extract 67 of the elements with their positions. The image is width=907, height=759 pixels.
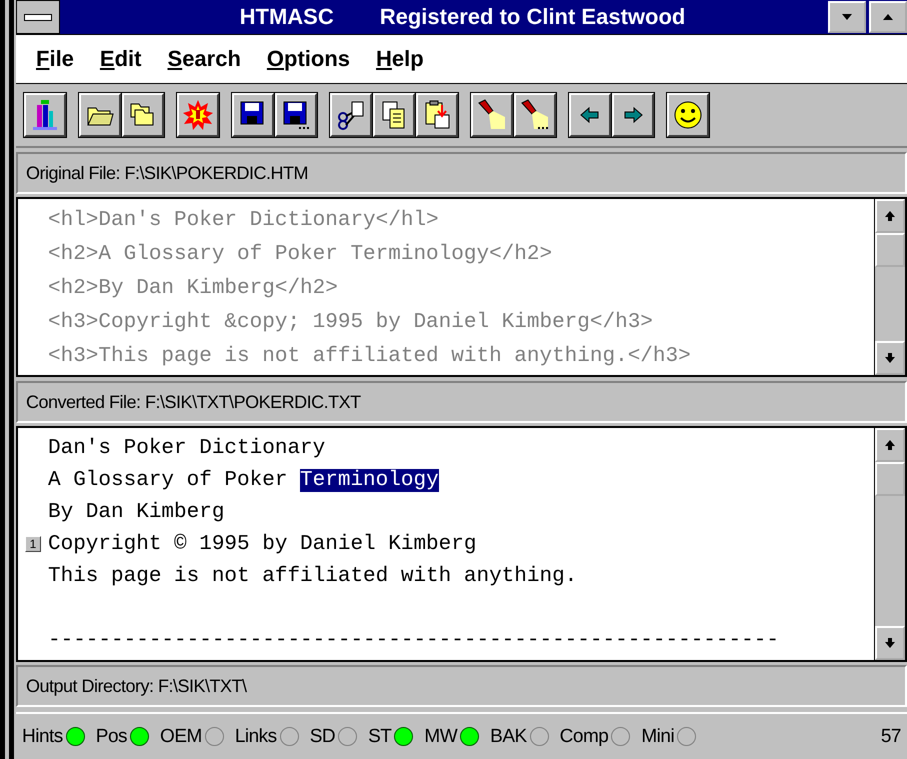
file-path-label: Original File: F:\SIK\POKERDIC.HTM bbox=[16, 152, 907, 194]
toolbar-button[interactable] bbox=[177, 93, 219, 137]
indicator-label: SD bbox=[310, 726, 336, 748]
toolbar-button[interactable] bbox=[232, 93, 274, 137]
toolbar-button[interactable] bbox=[471, 93, 513, 137]
code-line: <h3>This page is not affiliated with anything.</h3> bbox=[48, 344, 691, 368]
bars-icon bbox=[30, 99, 60, 131]
scrollbar-thumb[interactable] bbox=[875, 462, 905, 496]
indicator-label: Mini bbox=[641, 726, 674, 748]
indicator-label: BAK bbox=[490, 726, 527, 748]
toolbar-button[interactable] bbox=[330, 93, 372, 137]
menu-item[interactable]: Edit bbox=[90, 46, 152, 72]
code-line: <h3>Copyright &copy; 1995 by Daniel Kimberg</h3> bbox=[48, 310, 653, 334]
up-triangle-icon bbox=[882, 13, 894, 21]
count-text: 57 bbox=[880, 726, 902, 748]
system-menu-button[interactable] bbox=[16, 0, 60, 34]
indicator-label: Links bbox=[234, 726, 277, 748]
toolbar-button[interactable] bbox=[514, 93, 556, 137]
vertical-scrollbar[interactable] bbox=[874, 199, 905, 375]
toolbar-button[interactable] bbox=[275, 93, 317, 137]
window-title: HTMASC bbox=[240, 4, 334, 30]
toolbar-button[interactable] bbox=[79, 93, 121, 137]
vertical-scrollbar[interactable] bbox=[874, 428, 905, 660]
toolbar-button[interactable] bbox=[122, 93, 164, 137]
code-line: <h2>A Glossary of Poker Terminology</h2> bbox=[48, 242, 552, 266]
menu-item[interactable]: File bbox=[26, 46, 84, 72]
indicator-label: OEM bbox=[160, 726, 202, 748]
up-arrow-icon bbox=[884, 210, 896, 222]
toolbar-button[interactable] bbox=[569, 93, 611, 137]
down-triangle-icon bbox=[841, 13, 853, 21]
output-directory-label: Output Directory: F:\SIK\TXT\ bbox=[16, 665, 907, 707]
down-arrow-icon bbox=[884, 637, 896, 649]
toolbar-button[interactable] bbox=[612, 93, 654, 137]
toolbar-button[interactable] bbox=[667, 93, 709, 137]
scrollbar-thumb[interactable] bbox=[875, 233, 905, 267]
down-arrow-icon bbox=[884, 352, 896, 364]
text-line: A Glossary of Poker bbox=[48, 468, 288, 492]
menu-item[interactable]: Search bbox=[158, 46, 251, 72]
code-line: <hl>Dan's Poker Dictionary</hl> bbox=[48, 208, 439, 232]
toolbar-button[interactable] bbox=[373, 93, 415, 137]
flashlight-icon bbox=[520, 99, 550, 131]
selected-text: Terminology bbox=[300, 468, 439, 492]
window-subtitle: Registered to Clint Eastwood bbox=[380, 4, 686, 30]
explosion-icon bbox=[183, 99, 213, 131]
indicator-label: Hints bbox=[22, 726, 63, 748]
indicator-label: MW bbox=[424, 726, 458, 748]
text-line: By Dan Kimberg bbox=[48, 500, 224, 524]
scissors-icon bbox=[336, 99, 366, 131]
indicator-label: ST bbox=[368, 726, 392, 748]
text-line: Dan's Poker Dictionary bbox=[48, 436, 326, 460]
smiley-icon bbox=[673, 99, 703, 131]
toolbar-button[interactable] bbox=[416, 93, 458, 137]
menu-item[interactable]: Options bbox=[256, 46, 360, 72]
text-line: This page is not affiliated with anything. bbox=[48, 564, 578, 588]
file-path-label: Converted File: F:\SIK\TXT\POKERDIC.TXT bbox=[16, 381, 907, 423]
minimize-button[interactable] bbox=[828, 1, 866, 33]
menu-item[interactable]: Help bbox=[366, 46, 434, 72]
toolbar-button[interactable] bbox=[24, 93, 66, 137]
indicator-label: Comp bbox=[560, 726, 608, 748]
flashlight-icon bbox=[477, 99, 507, 131]
up-arrow-icon bbox=[884, 439, 896, 451]
indicator-label: Pos bbox=[96, 726, 128, 748]
code-line: <h2>By Dan Kimberg</h2> bbox=[48, 276, 338, 300]
floppy-disk-icon bbox=[281, 99, 311, 131]
text-line: Copyright © 1995 by Daniel Kimberg bbox=[48, 532, 476, 556]
text-line: ---------------------------------------------------------- bbox=[48, 628, 779, 652]
maximize-button[interactable] bbox=[869, 1, 907, 33]
